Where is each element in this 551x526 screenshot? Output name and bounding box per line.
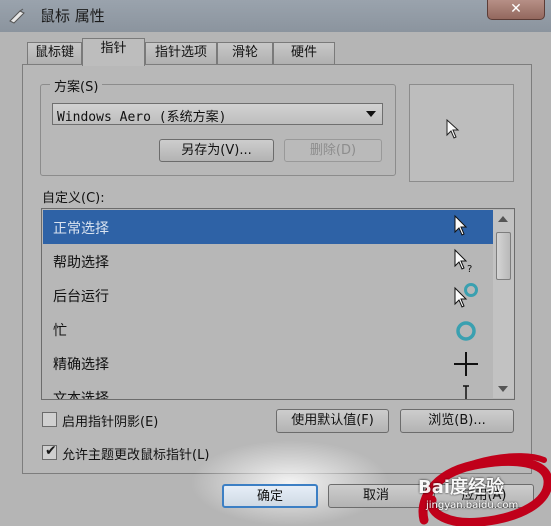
svg-text:?: ? [467,264,472,275]
list-item-label: 帮助选择 [53,255,109,271]
text-beam-icon [463,385,469,399]
save-as-button[interactable]: 另存为(V)... [159,139,274,162]
list-item-label: 文本选择 [53,391,109,400]
list-item-normal-select[interactable]: 正常选择 [43,210,493,244]
theme-checkbox[interactable]: ✔ [42,443,57,460]
list-item-busy[interactable]: 忙 [43,312,493,346]
list-item-label: 精确选择 [53,357,109,373]
working-in-background-cursor-icon [454,283,478,308]
normal-select-cursor-icon [454,214,468,236]
crosshair-icon [454,352,478,376]
theme-checkbox-label[interactable]: 允许主题更改鼠标指针(L) [62,444,209,463]
list-item-label: 后台运行 [53,289,109,305]
scroll-thumb[interactable] [496,232,511,280]
list-item-label: 忙 [53,323,67,339]
shadow-checkbox[interactable] [42,412,57,427]
customize-label: 自定义(C): [42,191,105,206]
scroll-down-icon[interactable] [498,386,508,392]
title-bar: 鼠标 属性 [0,0,551,32]
close-button[interactable]: ✕ [487,0,545,20]
scheme-dropdown-value: Windows Aero (系统方案) [57,110,227,125]
mouse-properties-icon [9,8,25,24]
cancel-button[interactable]: 取消 [328,484,424,508]
window-title: 鼠标 属性 [40,7,105,25]
arrow-cursor-icon [446,119,460,139]
list-item-help-select[interactable]: 帮助选择 ? [43,244,493,278]
cursor-list[interactable]: 正常选择 帮助选择 ? 后台运行 忙 精确选择 文本选择 [41,208,515,400]
browse-button[interactable]: 浏览(B)... [400,409,514,433]
tab-hardware[interactable]: 硬件 [273,42,335,64]
watermark-brand: Bai度经验 [418,477,505,498]
list-item-text-select[interactable]: 文本选择 [43,380,493,400]
scheme-group [40,84,396,176]
list-item-working-background[interactable]: 后台运行 [43,278,493,312]
tab-wheel[interactable]: 滑轮 [217,42,273,64]
checkmark-icon: ✔ [45,443,57,459]
use-default-button[interactable]: 使用默认值(F) [276,409,389,433]
ok-button[interactable]: 确定 [222,484,318,508]
scroll-up-icon[interactable] [498,216,508,222]
list-scrollbar[interactable] [493,210,514,398]
cursor-preview [409,84,514,182]
delete-button[interactable]: 删除(D) [284,139,382,162]
chevron-down-icon [366,111,376,117]
watermark-url: jingyan.baidu.com [426,500,519,511]
busy-cursor-icon [456,321,476,341]
shadow-checkbox-label[interactable]: 启用指针阴影(E) [62,411,158,430]
list-item-precision-select[interactable]: 精确选择 [43,346,493,380]
tab-pointers[interactable]: 指针 [82,38,145,66]
list-item-label: 正常选择 [53,221,109,237]
scheme-dropdown[interactable]: Windows Aero (系统方案) [52,103,383,125]
tab-buttons[interactable]: 鼠标键 [27,42,82,64]
tab-pointer-options[interactable]: 指针选项 [145,42,217,64]
scheme-group-label: 方案(S) [50,76,103,95]
help-select-cursor-icon: ? [454,248,472,275]
